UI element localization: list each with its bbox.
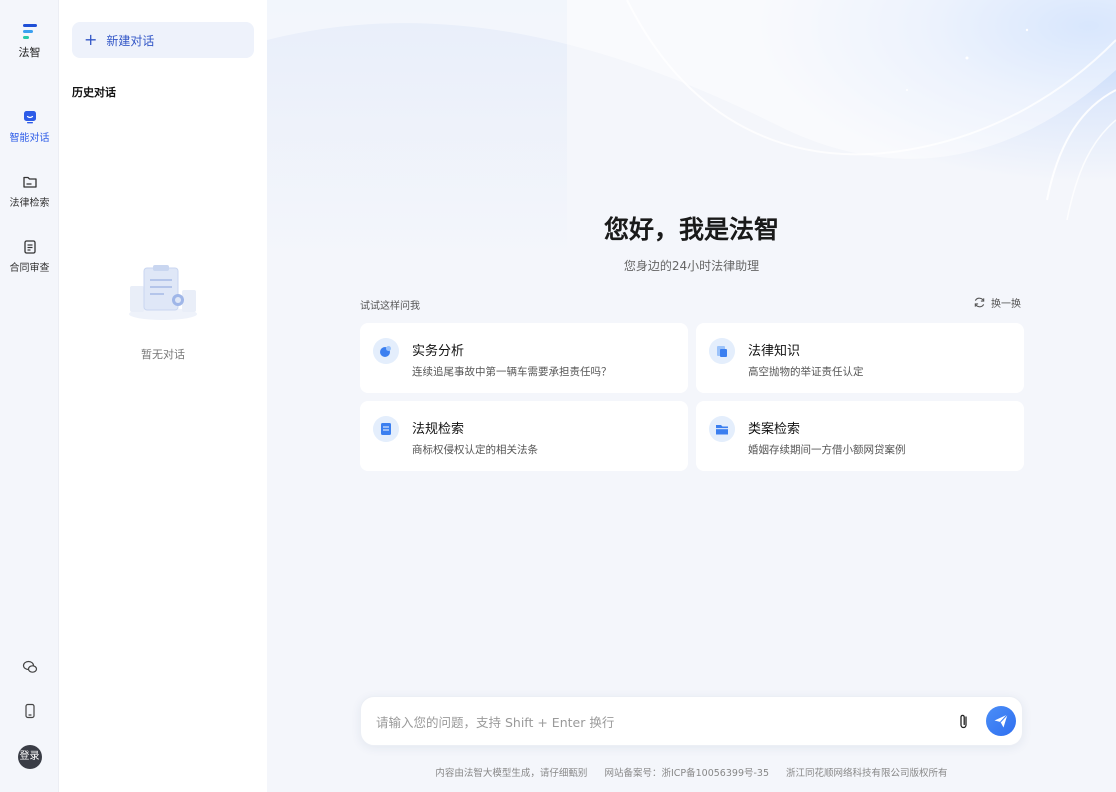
card-description: 婚姻存续期间一方借小额网贷案例 [748,444,906,456]
footer-notice: 内容由法智大模型生成，请仔细甄别 [435,768,588,779]
suggestion-card-regulation-search[interactable]: 法规检索 商标权侵权认定的相关法条 [360,401,688,471]
rail-item-smart-chat[interactable]: 智能对话 [0,109,59,144]
rail-item-label: 智能对话 [9,133,50,144]
card-title: 实务分析 [412,344,465,359]
logo-mark-icon [20,22,40,42]
left-rail: 法智 智能对话 法律检索 合同审查 登录 [0,0,59,792]
rail-item-label: 合同审查 [9,263,50,274]
new-chat-label: 新建对话 [106,33,155,48]
knowledge-icon [709,338,735,364]
refresh-icon [974,297,985,308]
history-panel: + 新建对话 历史对话 暂无对话 [59,0,267,792]
wechat-icon [22,660,37,673]
wechat-button[interactable] [0,659,59,675]
case-folder-icon [709,416,735,442]
regulation-icon [373,416,399,442]
card-description: 高空抛物的举证责任认定 [748,366,864,378]
new-chat-button[interactable]: + 新建对话 [72,22,254,58]
app-logo[interactable]: 法智 [0,22,59,60]
suggestion-card-case-search[interactable]: 类案检索 婚姻存续期间一方借小额网贷案例 [696,401,1024,471]
logo-text: 法智 [18,46,41,59]
card-title: 法律知识 [748,344,801,359]
card-title: 类案检索 [748,422,801,437]
refresh-label: 换一换 [991,299,1021,310]
send-plane-icon [994,714,1008,728]
card-description: 商标权侵权认定的相关法条 [412,444,538,456]
footer-icp-link[interactable]: 网站备案号：浙ICP备10056399号-35 [604,768,769,779]
rail-item-contract-review[interactable]: 合同审查 [0,239,59,274]
rail-item-label: 法律检索 [9,198,50,209]
mobile-icon [24,703,35,719]
card-title: 法规检索 [412,422,465,437]
footer-copyright: 浙江同花顺网络科技有限公司版权所有 [786,768,948,779]
suggestion-card-legal-knowledge[interactable]: 法律知识 高空抛物的举证责任认定 [696,323,1024,393]
background-wave-decoration [267,0,1116,792]
history-title: 历史对话 [72,86,116,99]
login-button[interactable]: 登录 [0,745,59,769]
chat-input-bar [360,696,1023,746]
login-avatar: 登录 [17,745,42,769]
plus-icon: + [84,30,98,49]
main-area: 您好，我是法智 您身边的24小时法律助理 试试这样问我 换一换 实务分析 连续追… [267,0,1116,792]
empty-text: 暂无对话 [141,348,185,361]
refresh-suggestions-button[interactable]: 换一换 [973,295,1021,310]
chat-input[interactable] [376,711,936,733]
card-description: 连续追尾事故中第一辆车需要承担责任吗？ [412,366,612,378]
empty-document-illustration [129,265,197,320]
mobile-button[interactable] [0,703,59,719]
greeting-subtitle: 您身边的24小时法律助理 [623,259,760,273]
rail-item-legal-search[interactable]: 法律检索 [0,174,59,209]
paperclip-icon[interactable] [957,713,971,731]
empty-state: 暂无对话 [59,262,267,362]
folder-icon [22,176,37,188]
document-icon [23,240,36,254]
footer: 内容由法智大模型生成，请仔细甄别 网站备案号：浙ICP备10056399号-35… [267,765,1116,779]
try-asking-label: 试试这样问我 [360,301,420,312]
chat-icon [23,111,36,124]
suggestion-card-practice-analysis[interactable]: 实务分析 连续追尾事故中第一辆车需要承担责任吗？ [360,323,688,393]
analysis-icon [373,338,399,364]
greeting-title: 您好，我是法智 [603,215,779,244]
send-button[interactable] [986,706,1016,736]
